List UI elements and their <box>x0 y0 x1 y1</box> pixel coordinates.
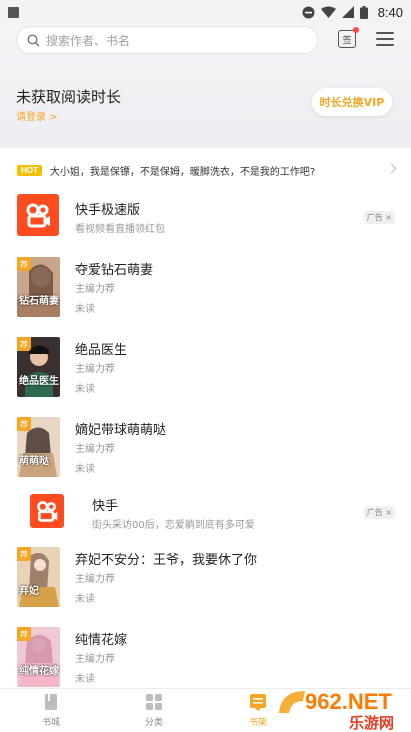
ad-item[interactable]: 快手 街头采访00后，恋爱躺到底有多可爱 广告 × <box>0 492 411 536</box>
book-cover: 荐 萌萌哒 <box>17 417 60 477</box>
tab-label: 书城 <box>41 718 60 728</box>
tab-label: 分类 <box>144 718 163 728</box>
recommend-tag: 荐 <box>17 257 31 271</box>
sign-in-dot <box>353 27 359 33</box>
tab-bookstore[interactable]: 书城 <box>21 693 81 728</box>
search-icon <box>27 33 40 46</box>
book-title: 夺爱钻石萌妻 <box>75 263 154 278</box>
book-cover: 荐 绝品医生 <box>17 337 60 397</box>
notification-icon <box>8 6 19 18</box>
book-cover: 荐 弃妃 <box>17 547 60 607</box>
book-item[interactable]: 荐 弃妃 弃妃不安分：王爷，我要休了你 主编力荐 未读 <box>0 546 411 610</box>
svg-text:乐游网: 乐游网 <box>349 714 394 732</box>
book-subtitle: 主编力荐 <box>75 574 115 585</box>
book-title: 绝品医生 <box>75 343 128 358</box>
login-link[interactable]: 请登录 > <box>16 108 58 123</box>
ad-subtitle: 看视频看直播领红包 <box>75 224 165 235</box>
book-cover: 荐 纯情花嫁 <box>17 627 60 687</box>
watermark-logo: 962.NET 乐游网 <box>279 688 395 732</box>
ad-close-button[interactable]: 广告 × <box>363 506 395 519</box>
read-status: 未读 <box>75 464 95 475</box>
vip-exchange-button[interactable]: 时长兑换VIP <box>312 88 392 116</box>
read-status: 未读 <box>75 594 95 605</box>
book-item[interactable]: 荐 萌萌哒 嫡妃带球萌萌哒 主编力荐 未读 <box>0 416 411 480</box>
book-icon <box>45 694 57 710</box>
book-item[interactable]: 荐 绝品医生 绝品医生 主编力荐 未读 <box>0 336 411 400</box>
menu-icon[interactable] <box>376 32 394 46</box>
tab-label: 书架 <box>248 718 267 728</box>
book-title: 嫡妃带球萌萌哒 <box>75 423 167 438</box>
notice-bar[interactable]: HOT 大小姐，我是保镖，不是保姆，暖脚洗衣，不是我的工作吧? <box>0 156 411 184</box>
read-status: 未读 <box>75 674 95 685</box>
cover-text: 弃妃 <box>19 586 39 597</box>
ad-title: 快手 <box>92 499 119 514</box>
ad-subtitle: 街头采访00后，恋爱躺到底有多可爱 <box>92 520 255 531</box>
tab-category[interactable]: 分类 <box>124 693 184 728</box>
svg-text:962.NET: 962.NET <box>305 689 392 714</box>
book-cover: 荐 钻石萌妻 <box>17 257 60 317</box>
recommend-tag: 荐 <box>17 337 31 351</box>
read-status: 未读 <box>75 384 95 395</box>
book-item[interactable]: 荐 纯情花嫁 纯情花嫁 主编力荐 未读 <box>0 626 411 687</box>
ad-item[interactable]: 快手极速版 看视频看直播领红包 广告 × <box>0 192 411 244</box>
recommend-tag: 荐 <box>17 547 31 561</box>
bookshelf-icon <box>250 694 266 711</box>
recommend-tag: 荐 <box>17 417 31 431</box>
cover-text: 纯情花嫁 <box>19 666 59 677</box>
book-subtitle: 主编力荐 <box>75 654 115 665</box>
notice-text: 大小姐，我是保镖，不是保姆，暖脚洗衣，不是我的工作吧? <box>49 166 316 178</box>
battery-icon <box>359 5 368 19</box>
signal-icon <box>341 6 354 18</box>
cover-text: 绝品医生 <box>19 376 59 387</box>
wifi-icon <box>320 6 336 18</box>
dnd-icon <box>302 6 315 18</box>
kuaishou-logo-icon <box>17 194 59 236</box>
top-area: 搜索作者、书名 签 未获取阅读时长 请登录 > 时长兑换VIP <box>0 24 411 148</box>
book-subtitle: 主编力荐 <box>75 444 115 455</box>
grid-icon <box>146 694 162 710</box>
status-bar: 8:40 <box>0 0 411 24</box>
kuaishou-logo-icon <box>30 494 64 528</box>
search-placeholder: 搜索作者、书名 <box>46 33 131 48</box>
book-item[interactable]: 荐 钻石萌妻 夺爱钻石萌妻 主编力荐 未读 <box>0 256 411 320</box>
read-status: 未读 <box>75 304 95 315</box>
ad-close-button[interactable]: 广告 × <box>363 211 395 224</box>
ad-title: 快手极速版 <box>75 203 141 218</box>
chevron-right-icon <box>386 163 397 174</box>
clock: 8:40 <box>377 4 403 20</box>
book-title: 纯情花嫁 <box>75 633 128 648</box>
hot-badge: HOT <box>17 164 42 176</box>
recommend-tag: 荐 <box>17 627 31 641</box>
book-title: 弃妃不安分：王爷，我要休了你 <box>75 553 258 568</box>
reading-time-title: 未获取阅读时长 <box>16 88 122 106</box>
sign-in-button[interactable]: 签 <box>338 27 359 48</box>
search-input[interactable]: 搜索作者、书名 <box>16 26 318 54</box>
book-subtitle: 主编力荐 <box>75 284 115 295</box>
book-subtitle: 主编力荐 <box>75 364 115 375</box>
sign-in-label: 签 <box>342 35 352 46</box>
cover-text: 钻石萌妻 <box>19 296 59 307</box>
cover-text: 萌萌哒 <box>19 456 49 467</box>
